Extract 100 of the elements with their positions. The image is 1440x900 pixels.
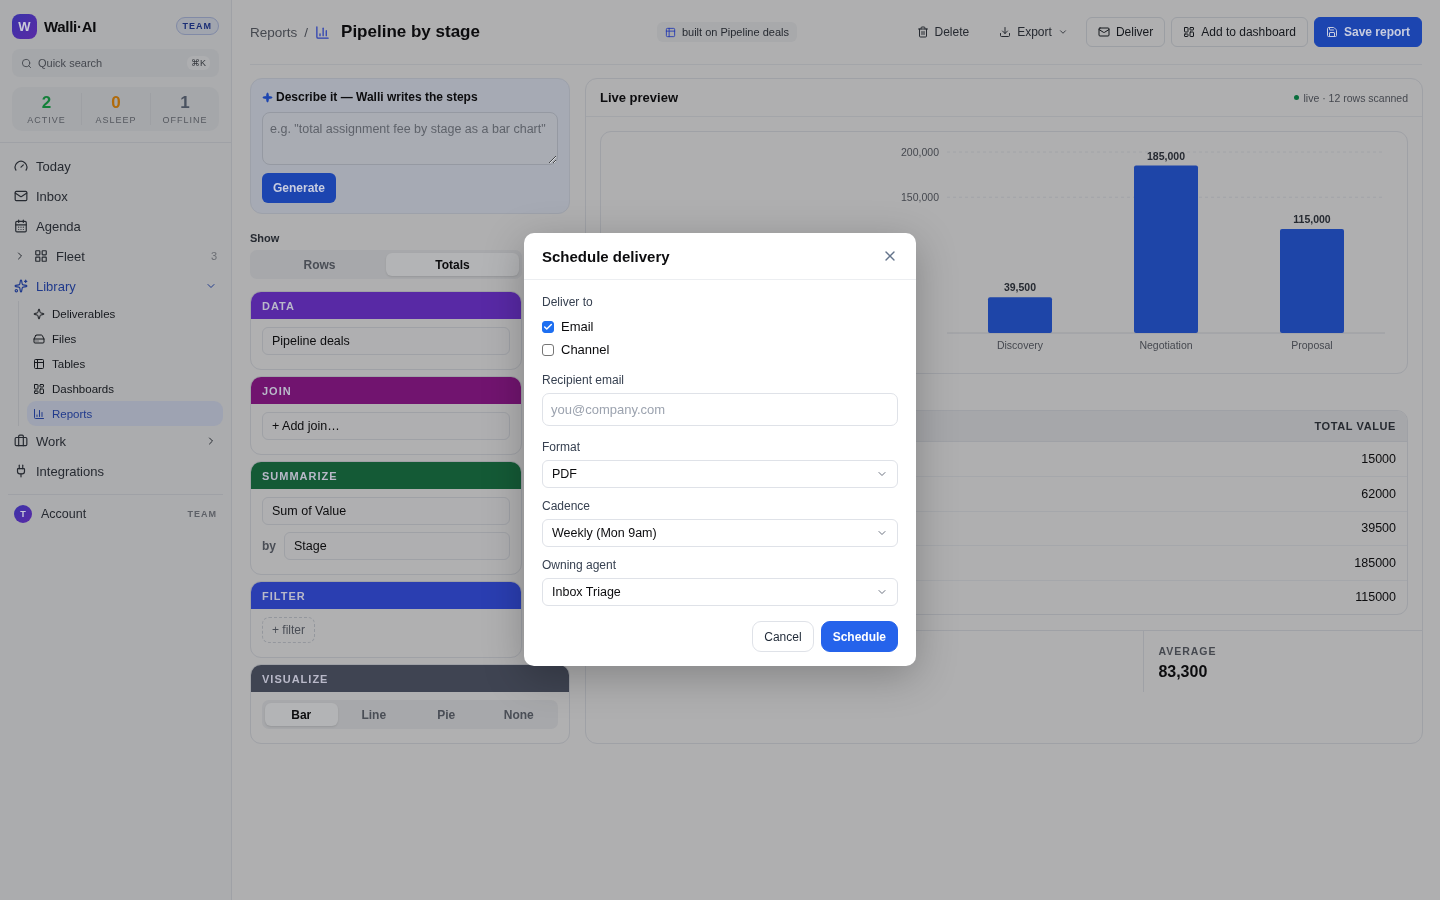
calendar-icon: [14, 219, 28, 233]
summary-value: 83,300: [1158, 662, 1209, 681]
toolbar-button[interactable]: Save report: [1313, 17, 1422, 47]
step-header: FILTER: [251, 582, 521, 609]
nav-item[interactable]: Inbox: [8, 181, 223, 211]
bar-value-label: 39,500: [1003, 281, 1037, 294]
add-filter-button[interactable]: + filter: [262, 617, 315, 643]
sparkle-icon: [33, 307, 45, 320]
bar-chart-icon: [315, 24, 331, 40]
table-cell: 185000: [1354, 555, 1396, 570]
schedule-button[interactable]: Schedule: [820, 621, 898, 652]
stat-label: ACTIVE: [27, 115, 66, 125]
table-icon: [33, 357, 45, 370]
stat-number: 0: [111, 93, 121, 113]
chart-type-tab[interactable]: Line: [337, 703, 410, 726]
dialog-title: Schedule delivery: [542, 247, 670, 265]
toolbar-button[interactable]: Add to dashboard: [1171, 17, 1308, 47]
nav-subitem[interactable]: Deliverables: [27, 301, 223, 326]
nav-item[interactable]: Library: [8, 271, 223, 301]
axis-tick-label: 200,000: [901, 146, 939, 158]
step-header: SUMMARIZE: [251, 462, 521, 489]
show-label: Show: [250, 232, 281, 244]
show-tab[interactable]: Rows: [253, 253, 386, 276]
table-cell: 39500: [1361, 521, 1396, 536]
checkbox[interactable]: [542, 320, 554, 333]
nav-item[interactable]: Agenda: [8, 211, 223, 241]
toolbar-button[interactable]: Export: [987, 17, 1080, 47]
step-field[interactable]: Pipeline deals: [262, 327, 510, 355]
column-header: TOTAL VALUE: [1314, 420, 1396, 432]
breadcrumb-link[interactable]: Reports: [250, 24, 298, 40]
plug-icon: [14, 464, 28, 478]
field-label: Cadence: [542, 499, 591, 513]
axis-category-label: Proposal: [1291, 339, 1333, 351]
briefcase-icon: [14, 434, 28, 448]
account-item[interactable]: T Account TEAM: [8, 494, 223, 533]
preview-title: Live preview: [600, 90, 679, 105]
axis-category-label: Negotiation: [1139, 339, 1193, 351]
field-label: Recipient email: [542, 373, 625, 387]
live-dot: [1293, 95, 1299, 100]
group-by-field[interactable]: Stage: [284, 532, 510, 560]
search-icon: [21, 57, 32, 69]
aggregate-field[interactable]: Sum of Value: [262, 497, 510, 525]
checkbox[interactable]: [542, 343, 554, 356]
select-field[interactable]: Weekly (Mon 9am): [542, 519, 898, 547]
step-header: VISUALIZE: [251, 665, 569, 692]
drive-icon: [33, 332, 45, 345]
chart-type-tab[interactable]: None: [482, 703, 555, 726]
table-cell: 62000: [1361, 487, 1396, 502]
bar-value-label: 185,000: [1147, 149, 1185, 162]
mail-icon: [1097, 26, 1110, 38]
mail-icon: [14, 189, 28, 203]
nav-subitem[interactable]: Reports: [27, 401, 223, 426]
summary-label: AVERAGE: [1158, 644, 1218, 657]
caret-icon: [1057, 27, 1068, 37]
axis-category-label: Discovery: [996, 339, 1044, 351]
nav-item[interactable]: Integrations: [8, 456, 223, 486]
toolbar-button[interactable]: Delete: [904, 17, 982, 47]
stat-number: 1: [180, 93, 190, 113]
dashboard-icon: [33, 382, 45, 395]
avatar: T: [14, 505, 32, 523]
prompt-field[interactable]: e.g. "total assignment fee by stage as a bar chart": [262, 112, 558, 165]
team-label: TEAM: [187, 509, 217, 519]
select-field[interactable]: Inbox Triage: [542, 578, 898, 606]
describe-title: Describe it — Walli writes the steps: [262, 90, 558, 104]
nav-item[interactable]: Fleet 3: [8, 241, 223, 271]
toolbar-button[interactable]: Deliver: [1085, 17, 1166, 47]
nav-subitem[interactable]: Files: [27, 326, 223, 351]
chart-type-tab[interactable]: Pie: [410, 703, 483, 726]
table-cell: 115000: [1355, 590, 1396, 605]
table-icon: [664, 26, 676, 38]
by-label: by: [262, 539, 276, 553]
field-label: Owning agent: [542, 558, 617, 572]
gauge-icon: [14, 159, 28, 173]
nav-item[interactable]: Today: [8, 151, 223, 181]
cancel-button[interactable]: Cancel: [752, 621, 814, 652]
breadcrumb-separator: /: [304, 24, 309, 40]
team-badge: TEAM: [175, 17, 219, 35]
shortcut-key: ⌘K: [187, 56, 210, 70]
step-field[interactable]: + Add join…: [262, 412, 510, 440]
search-field[interactable]: Quick search ⌘K: [12, 49, 219, 77]
nav-subitem[interactable]: Tables: [27, 351, 223, 376]
step-header: DATA: [251, 292, 521, 319]
nav-subitem[interactable]: Dashboards: [27, 376, 223, 401]
grid-icon: [34, 249, 48, 263]
checkbox-option[interactable]: Email: [542, 315, 594, 338]
show-tab[interactable]: Totals: [386, 253, 519, 276]
bar-chart-icon: [33, 407, 45, 420]
stat-number: 2: [41, 93, 52, 113]
sparkle-icon: [262, 91, 273, 103]
count-label: 3: [210, 250, 217, 262]
nav-item[interactable]: Work: [8, 426, 223, 456]
sparkles-icon: [14, 279, 28, 293]
chart-type-tab[interactable]: Bar: [265, 703, 338, 726]
email-field[interactable]: you@company.com: [542, 393, 898, 426]
table-cell: 15000: [1361, 452, 1396, 467]
checkbox-option[interactable]: Channel: [542, 338, 610, 361]
page-title: Pipeline by stage: [341, 22, 480, 42]
save-icon: [1325, 26, 1338, 38]
select-field[interactable]: PDF: [542, 460, 898, 488]
generate-button[interactable]: Generate: [262, 173, 337, 203]
